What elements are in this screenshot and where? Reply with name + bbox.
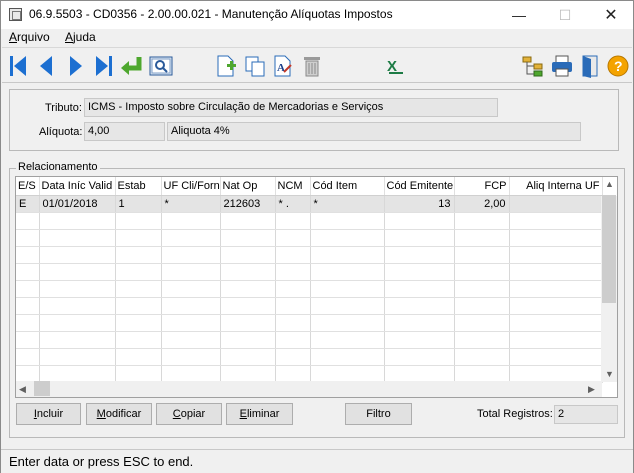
cell-cod-item: * (310, 195, 385, 213)
table-row[interactable] (16, 229, 603, 247)
copiar-button[interactable]: Copiar (156, 403, 222, 425)
cell-estab: 1 (115, 195, 162, 213)
table-row[interactable] (16, 331, 603, 349)
toolbar: A X ? (2, 47, 632, 83)
col-header-estab[interactable]: Estab (115, 177, 162, 196)
filtro-button[interactable]: Filtro (345, 403, 412, 425)
table-row[interactable] (16, 246, 603, 264)
col-header-fcp[interactable]: FCP (454, 177, 510, 196)
svg-text:?: ? (614, 58, 623, 74)
copiar-label: opiar (180, 408, 206, 420)
status-bar: Enter data or press ESC to end. (1, 449, 633, 473)
col-header-es[interactable]: E/S (16, 177, 40, 196)
search-icon[interactable] (148, 53, 174, 79)
table-row[interactable] (16, 365, 603, 383)
copiar-mnemonic: C (172, 408, 181, 420)
aliquota-description-field[interactable]: Aliquota 4% (167, 122, 581, 141)
grid-table: E/S Data Iníc Valid Estab UF Cli/Forn Na… (16, 177, 603, 383)
help-icon[interactable]: ? (605, 53, 631, 79)
tributo-field[interactable]: ICMS - Imposto sobre Circulação de Merca… (84, 98, 498, 117)
copy-icon[interactable] (242, 53, 268, 79)
print-icon[interactable] (549, 53, 575, 79)
menu-ajuda-label: juda (73, 30, 96, 44)
menu-arquivo[interactable]: Arquivo (9, 30, 50, 44)
menu-arquivo-label: rquivo (17, 30, 50, 44)
cell-data-inic: 01/01/2018 (39, 195, 116, 213)
incluir-label: ncluir (36, 408, 64, 420)
menu-ajuda-mnemonic: A (65, 30, 74, 44)
window-title: 06.9.5503 - CD0356 - 2.00.00.021 - Manut… (29, 7, 393, 21)
table-row[interactable] (16, 263, 603, 281)
cell-es: E (16, 195, 40, 213)
relacionamento-grid[interactable]: E/S Data Iníc Valid Estab UF Cli/Forn Na… (15, 176, 618, 398)
cell-nat-op: 212603 (220, 195, 276, 213)
modificar-mnemonic: M (96, 408, 106, 420)
previous-icon[interactable] (34, 53, 60, 79)
maximize-button[interactable]: ☐ (542, 1, 588, 29)
relacionamento-title: Relacionamento (16, 161, 100, 173)
table-row[interactable]: E 01/01/2018 1 * 212603 * . * 13 2,00 (16, 195, 603, 213)
cell-fcp: 2,00 (454, 195, 510, 213)
aliquota-label: Alíquota: (39, 126, 83, 138)
total-registros-label: Total Registros: (477, 408, 553, 420)
svg-text:A: A (277, 62, 285, 74)
col-header-cod-item[interactable]: Cód Item (310, 177, 385, 196)
grid-header-row: E/S Data Iníc Valid Estab UF Cli/Forn Na… (16, 177, 603, 196)
scroll-left-icon[interactable]: ◀ (19, 384, 26, 395)
cell-cod-emitente: 13 (384, 195, 455, 213)
scroll-up-icon[interactable]: ▲ (605, 179, 614, 189)
delete-icon[interactable] (299, 53, 325, 79)
modificar-label: odificar (105, 408, 142, 420)
new-icon[interactable] (213, 53, 239, 79)
tree-icon[interactable] (520, 53, 546, 79)
next-icon[interactable] (62, 53, 88, 79)
eliminar-label: liminar (246, 408, 280, 420)
minimize-button[interactable]: — (496, 1, 542, 29)
menu-bar: Arquivo Ajuda (1, 29, 633, 47)
edit-icon[interactable]: A (270, 53, 296, 79)
app-icon (9, 8, 22, 21)
col-header-nat-op[interactable]: Nat Op (220, 177, 276, 196)
col-header-uf[interactable]: UF Cli/Forn (161, 177, 221, 196)
incluir-button[interactable]: Incluir (16, 403, 81, 425)
first-icon[interactable] (6, 53, 32, 79)
tributo-label: Tributo: (45, 102, 82, 114)
eliminar-mnemonic: E (239, 408, 247, 420)
vertical-scroll-thumb[interactable] (602, 195, 616, 303)
close-button[interactable]: ✕ (588, 1, 634, 29)
menu-ajuda[interactable]: Ajuda (65, 30, 96, 44)
goto-icon[interactable] (119, 53, 145, 79)
col-header-ncm[interactable]: NCM (275, 177, 311, 196)
col-header-aliq-interna[interactable]: Aliq Interna UF (509, 177, 603, 196)
cell-uf: * (161, 195, 221, 213)
table-row[interactable] (16, 297, 603, 315)
title-bar: 06.9.5503 - CD0356 - 2.00.00.021 - Manut… (1, 1, 633, 29)
table-row[interactable] (16, 280, 603, 298)
excel-icon[interactable]: X (383, 53, 409, 79)
table-row[interactable] (16, 348, 603, 366)
table-row[interactable] (16, 314, 603, 332)
exit-icon[interactable] (577, 53, 603, 79)
cell-ncm: * . (275, 195, 311, 213)
scroll-down-icon[interactable]: ▼ (605, 369, 614, 379)
modificar-button[interactable]: Modificar (86, 403, 152, 425)
main-window: 06.9.5503 - CD0356 - 2.00.00.021 - Manut… (0, 0, 634, 473)
cell-aliq-interna (509, 195, 603, 213)
horizontal-scroll-thumb[interactable] (34, 381, 50, 396)
col-header-cod-emitente[interactable]: Cód Emitente (384, 177, 455, 196)
table-row[interactable] (16, 212, 603, 230)
aliquota-code-field[interactable]: 4,00 (84, 122, 165, 141)
menu-arquivo-mnemonic: A (9, 30, 18, 44)
horizontal-scrollbar[interactable] (16, 381, 602, 397)
last-icon[interactable] (90, 53, 116, 79)
status-text: Enter data or press ESC to end. (9, 454, 194, 469)
total-registros-field: 2 (554, 405, 618, 424)
eliminar-button[interactable]: Eliminar (226, 403, 293, 425)
scroll-right-icon[interactable]: ▶ (588, 384, 595, 395)
col-header-data-inic[interactable]: Data Iníc Valid (39, 177, 116, 196)
